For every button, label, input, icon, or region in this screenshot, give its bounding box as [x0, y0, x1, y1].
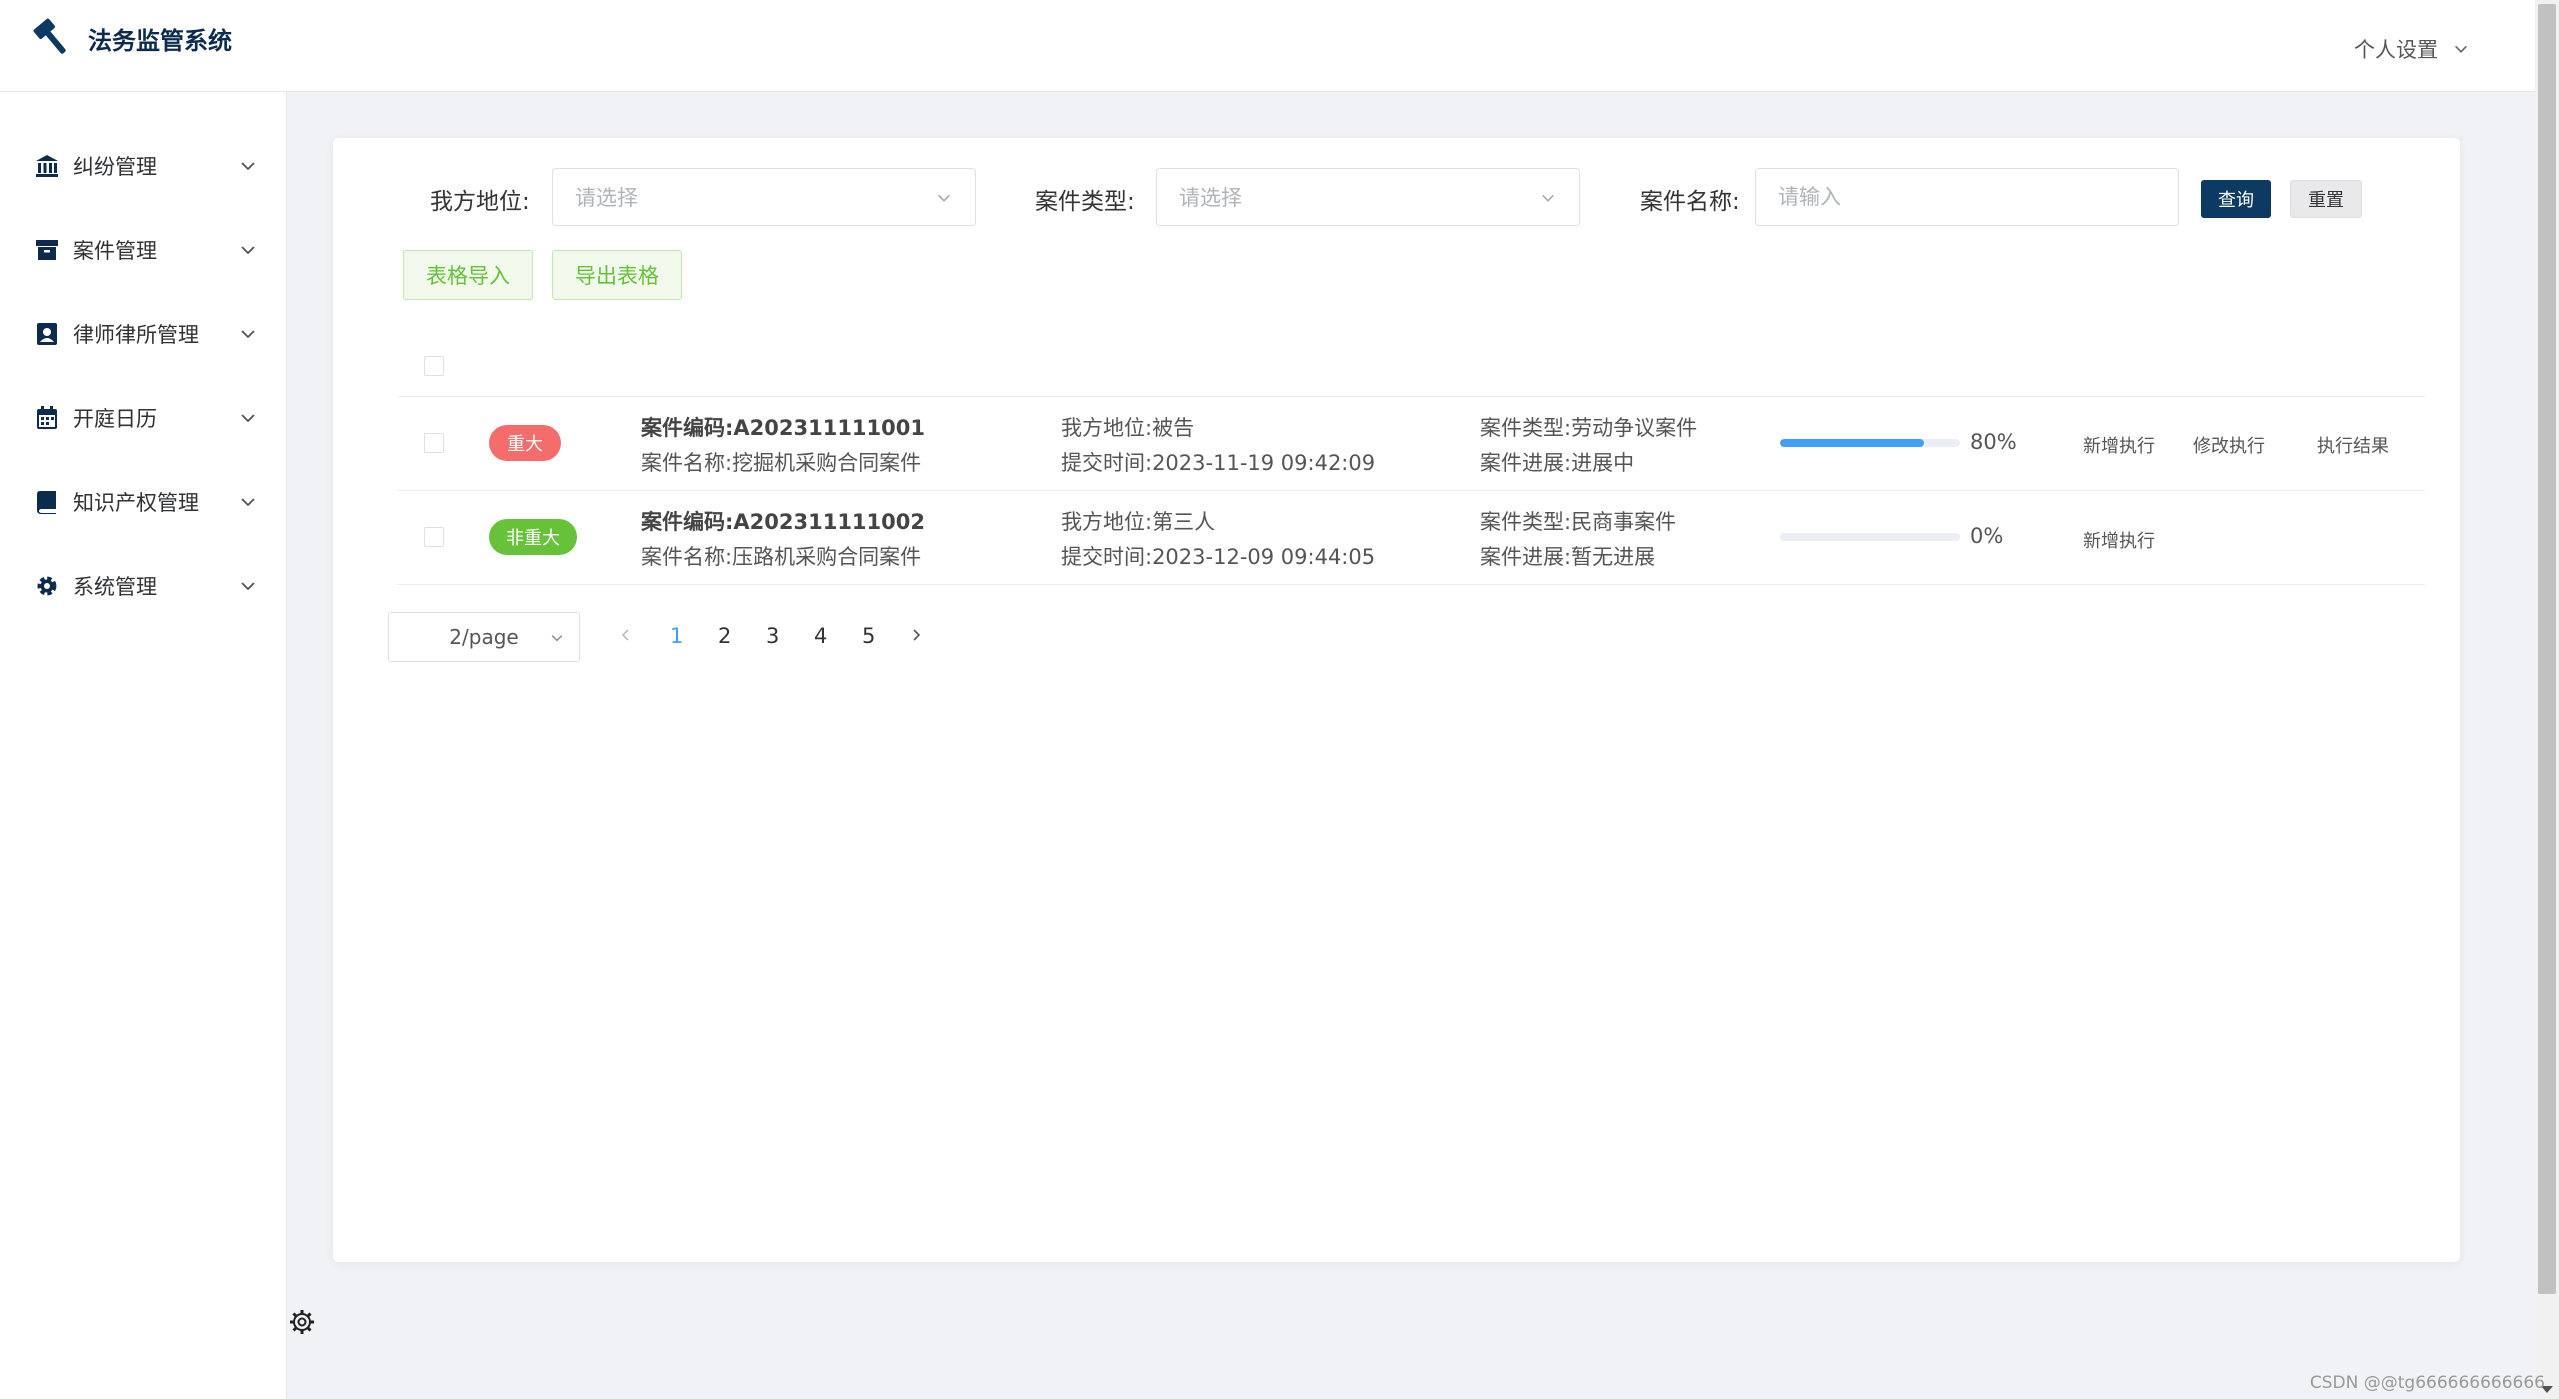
contact-card-icon	[37, 323, 57, 345]
page-size-value: 2/page	[449, 625, 519, 649]
page-number[interactable]: 3	[766, 624, 779, 648]
case-name: 案件名称:压路机采购合同案件	[641, 545, 922, 569]
sidebar-item-label: 案件管理	[73, 239, 157, 263]
submit-time: 提交时间:2023-12-09 09:44:05	[1061, 545, 1376, 569]
row-checkbox[interactable]	[424, 527, 444, 547]
watermark: CSDN @@tg666666666666	[2309, 1373, 2545, 1393]
sidebar-item-dispute[interactable]: 纠纷管理	[0, 136, 287, 196]
case-code: 案件编码:A202311111002	[641, 510, 925, 534]
sidebar-item-label: 知识产权管理	[73, 491, 199, 515]
case-type: 案件类型:劳动争议案件	[1480, 416, 1698, 440]
chevron-down-icon	[241, 330, 255, 339]
gavel-icon	[33, 18, 66, 54]
chevron-down-icon	[241, 582, 255, 591]
scrollbar-thumb[interactable]	[2538, 4, 2556, 1294]
bank-icon	[36, 155, 58, 177]
execution-result-link[interactable]: 执行结果	[2317, 432, 2389, 458]
case-type-select-placeholder: 请选择	[1179, 186, 1242, 210]
edit-execution-link[interactable]: 修改执行	[2193, 432, 2265, 458]
case-name-input[interactable]	[1755, 168, 2179, 226]
select-all-checkbox[interactable]	[424, 356, 444, 376]
sidebar-item-cases[interactable]: 案件管理	[0, 220, 287, 280]
import-table-button[interactable]: 表格导入	[403, 250, 533, 300]
app-title: 法务监管系统	[88, 26, 232, 55]
page-number[interactable]: 4	[814, 624, 827, 648]
export-table-button[interactable]: 导出表格	[552, 250, 682, 300]
our-position: 我方地位:被告	[1061, 416, 1195, 440]
row-checkbox[interactable]	[424, 433, 444, 453]
calendar-icon	[37, 406, 57, 429]
sidebar-item-label: 系统管理	[73, 575, 157, 599]
prev-page-icon[interactable]	[618, 627, 634, 643]
chevron-down-icon	[241, 498, 255, 507]
book-icon	[37, 491, 56, 514]
row-divider	[397, 490, 2425, 491]
our-position: 我方地位:第三人	[1061, 510, 1216, 534]
sidebar-item-label: 开庭日历	[73, 407, 157, 431]
type-filter-label: 案件类型:	[1035, 189, 1135, 215]
position-filter-label: 我方地位:	[430, 189, 530, 215]
page-number[interactable]: 1	[670, 624, 683, 648]
sidebar-item-label: 纠纷管理	[73, 155, 157, 179]
chevron-down-icon	[241, 246, 255, 255]
sidebar-item-calendar[interactable]: 开庭日历	[0, 388, 287, 448]
page-size-select[interactable]: 2/page	[388, 612, 580, 662]
sidebar-item-ip[interactable]: 知识产权管理	[0, 472, 287, 532]
position-select[interactable]: 请选择	[552, 168, 976, 226]
case-name: 案件名称:挖掘机采购合同案件	[641, 451, 922, 475]
position-select-placeholder: 请选择	[575, 186, 638, 210]
case-progress-status: 案件进展:暂无进展	[1480, 545, 1656, 569]
user-settings-menu[interactable]: 个人设置	[2354, 34, 2470, 64]
query-button[interactable]: 查询	[2201, 180, 2271, 218]
case-progress-status: 案件进展:进展中	[1480, 451, 1635, 475]
sidebar-item-system[interactable]: 系统管理	[0, 556, 287, 616]
settings-gear-icon[interactable]	[288, 1308, 316, 1336]
reset-button[interactable]: 重置	[2290, 180, 2362, 218]
progress-bar-fill	[1780, 439, 1924, 447]
name-filter-label: 案件名称:	[1640, 189, 1740, 215]
user-settings-label: 个人设置	[2354, 38, 2438, 62]
page-number[interactable]: 2	[718, 624, 731, 648]
next-page-icon[interactable]	[908, 627, 924, 643]
gear-icon	[37, 576, 57, 596]
row-divider	[397, 584, 2425, 585]
progress-percent: 80%	[1970, 430, 2017, 454]
case-code: 案件编码:A202311111001	[641, 416, 925, 440]
chevron-down-icon	[2455, 45, 2467, 53]
chevron-down-icon	[938, 194, 950, 202]
page-number[interactable]: 5	[862, 624, 875, 648]
app-logo[interactable]: 法务监管系统	[28, 14, 232, 62]
severity-badge: 非重大	[489, 519, 577, 555]
page-scrollbar[interactable]	[2535, 0, 2559, 1399]
chevron-down-icon	[241, 162, 255, 171]
chevron-down-icon	[241, 414, 255, 423]
severity-badge: 重大	[489, 425, 561, 461]
top-header: 法务监管系统 个人设置	[0, 0, 2535, 92]
progress-bar	[1780, 439, 1960, 447]
progress-percent: 0%	[1970, 524, 2004, 548]
add-execution-link[interactable]: 新增执行	[2083, 527, 2155, 553]
case-type-select[interactable]: 请选择	[1156, 168, 1580, 226]
progress-bar	[1780, 533, 1960, 541]
main-content-card: 我方地位: 请选择 案件类型: 请选择 案件名称: 查询 重置 表格导入 导出表…	[333, 138, 2460, 1262]
case-type: 案件类型:民商事案件	[1480, 510, 1677, 534]
archive-box-icon	[36, 240, 58, 260]
chevron-down-icon	[1542, 194, 1554, 202]
sidebar-item-lawyers[interactable]: 律师律所管理	[0, 304, 287, 364]
add-execution-link[interactable]: 新增执行	[2083, 432, 2155, 458]
sidebar-item-label: 律师律所管理	[73, 323, 199, 347]
sidebar: 纠纷管理 案件管理 律师律所管理 开庭日历 知识产权管理 系统管理	[0, 92, 287, 1399]
chevron-down-icon	[551, 635, 563, 642]
row-divider	[397, 396, 2425, 397]
submit-time: 提交时间:2023-11-19 09:42:09	[1061, 451, 1376, 475]
